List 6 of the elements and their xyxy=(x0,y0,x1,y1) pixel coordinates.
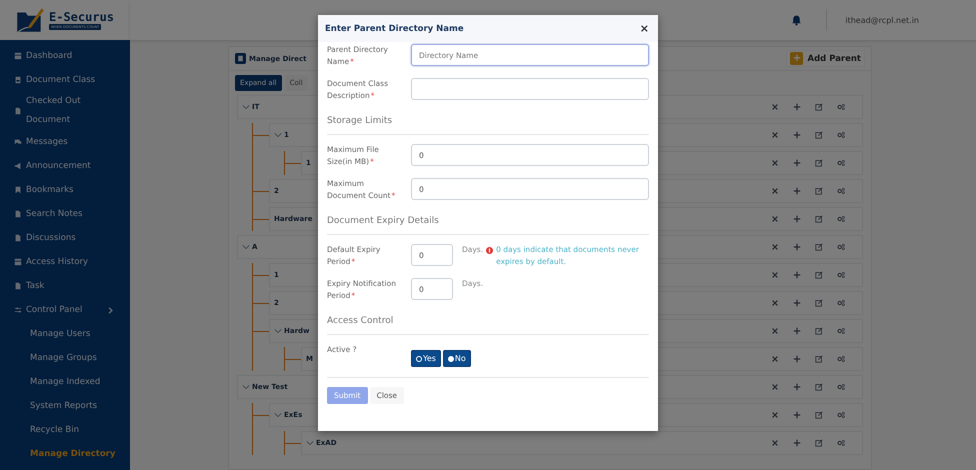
logo-name: E-Securus xyxy=(49,10,114,24)
plus-icon: + xyxy=(790,52,804,65)
section-heading: Access Control xyxy=(327,312,649,335)
modal-title: Enter Parent Directory Name xyxy=(325,24,464,34)
section-heading: Storage Limits xyxy=(327,112,649,135)
section-heading: Document Expiry Details xyxy=(327,212,649,235)
